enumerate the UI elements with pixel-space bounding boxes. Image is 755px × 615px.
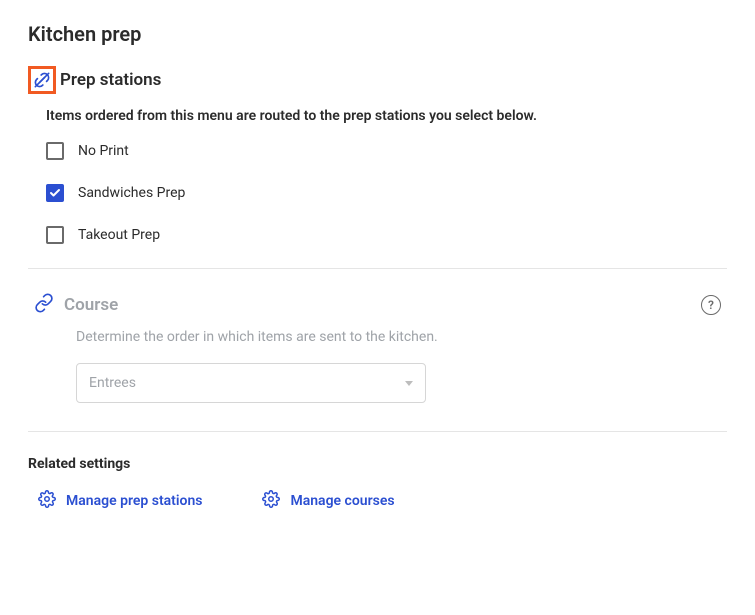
prep-stations-list: No Print Sandwiches Prep Takeout Prep	[46, 142, 727, 244]
course-dropdown[interactable]: Entrees	[76, 363, 426, 403]
course-section: Course ? Determine the order in which it…	[28, 293, 727, 403]
divider	[28, 431, 727, 432]
course-header: Course ?	[34, 293, 721, 317]
page-title: Kitchen prep	[28, 22, 727, 46]
link-icon[interactable]	[34, 293, 54, 317]
prep-stations-title: Prep stations	[60, 70, 161, 90]
course-title-group: Course	[34, 293, 118, 317]
link-label: Manage courses	[290, 493, 394, 509]
checkbox[interactable]	[46, 142, 64, 160]
course-title: Course	[64, 295, 118, 315]
divider	[28, 268, 727, 269]
prep-stations-header: Prep stations	[28, 66, 727, 94]
checkbox-label: Sandwiches Prep	[78, 185, 185, 201]
gear-icon	[38, 490, 56, 512]
manage-courses-link[interactable]: Manage courses	[262, 490, 394, 512]
prep-station-row[interactable]: Sandwiches Prep	[46, 184, 727, 202]
help-icon[interactable]: ?	[701, 295, 721, 315]
course-description: Determine the order in which items are s…	[76, 329, 721, 345]
checkbox[interactable]	[46, 226, 64, 244]
prep-stations-description: Items ordered from this menu are routed …	[46, 108, 727, 124]
gear-icon	[262, 490, 280, 512]
checkbox[interactable]	[46, 184, 64, 202]
chevron-down-icon	[405, 381, 413, 386]
related-links: Manage prep stations Manage courses	[38, 490, 727, 512]
checkbox-label: Takeout Prep	[78, 227, 160, 243]
manage-prep-stations-link[interactable]: Manage prep stations	[38, 490, 202, 512]
checkbox-label: No Print	[78, 143, 129, 159]
link-label: Manage prep stations	[66, 493, 202, 509]
related-settings-heading: Related settings	[28, 456, 727, 472]
course-dropdown-value: Entrees	[89, 375, 136, 391]
prep-station-row[interactable]: No Print	[46, 142, 727, 160]
broken-link-icon[interactable]	[28, 66, 56, 94]
prep-station-row[interactable]: Takeout Prep	[46, 226, 727, 244]
